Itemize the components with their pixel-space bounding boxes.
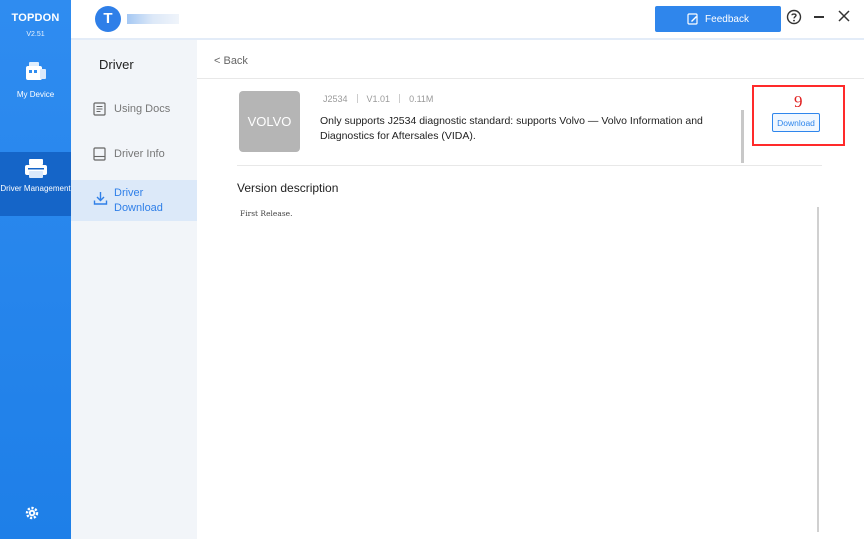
printer-icon	[24, 159, 47, 178]
driver-protocol: J2534	[323, 94, 348, 104]
rail-label-driver-management: Driver Management	[0, 184, 71, 193]
device-icon	[25, 62, 46, 80]
feedback-button[interactable]: Feedback	[655, 6, 781, 32]
description-scrollbar[interactable]	[741, 110, 744, 163]
gear-icon[interactable]	[24, 505, 40, 521]
content-scrollbar[interactable]	[817, 207, 819, 532]
divider	[197, 78, 864, 79]
driver-version: V1.01	[366, 94, 391, 104]
subnav-label-line2: Download	[114, 202, 163, 214]
divider	[237, 165, 822, 166]
username-redacted	[127, 14, 179, 24]
version-description-text: First Release.	[240, 209, 293, 218]
subnav-label-line1: Driver	[114, 187, 144, 199]
close-icon[interactable]	[837, 9, 851, 23]
driver-logo: VOLVO	[239, 91, 300, 152]
annotation-number: 9	[794, 92, 803, 111]
meta-separator	[399, 94, 401, 103]
driver-size: 0.11M	[409, 94, 434, 104]
subnav-label-driver-info: Driver Info	[114, 148, 165, 160]
info-card-icon	[93, 147, 106, 161]
driver-description: Only supports J2534 diagnostic standard:…	[320, 115, 703, 142]
version-description-title: Version description	[237, 181, 339, 195]
rail-item-my-device[interactable]: My Device	[0, 60, 71, 122]
feedback-label: Feedback	[705, 13, 749, 25]
edit-icon	[687, 13, 698, 25]
subnav-title: Driver	[99, 57, 134, 72]
back-link[interactable]: < Back	[214, 55, 248, 67]
subnav-item-using-docs[interactable]: Using Docs	[71, 100, 197, 124]
minimize-icon[interactable]	[814, 16, 824, 18]
subnav-item-driver-download[interactable]: Driver Download	[71, 180, 197, 221]
driver-subnav: Driver Using Docs Driver Info Driver Dow…	[71, 40, 197, 539]
subnav-item-driver-info[interactable]: Driver Info	[71, 145, 197, 169]
subnav-label-driver-download: Driver Download	[114, 186, 163, 216]
download-icon	[93, 192, 108, 205]
rail-label-my-device: My Device	[16, 90, 55, 99]
document-icon	[93, 102, 106, 116]
subnav-label-using-docs: Using Docs	[114, 103, 171, 115]
app-version: V2.51	[26, 31, 45, 38]
help-circle-icon[interactable]	[786, 9, 802, 25]
avatar[interactable]: T	[95, 6, 121, 32]
download-button[interactable]: Download	[772, 113, 820, 132]
top-header: T Feedback	[71, 0, 864, 40]
driver-meta: J2534 V1.01 0.11M	[323, 94, 433, 104]
app-rail: TOPDON V2.51 My Device Driver Management	[0, 0, 71, 539]
meta-separator	[356, 94, 358, 103]
rail-item-driver-management[interactable]: Driver Management	[0, 152, 71, 216]
brand-logo: TOPDON	[11, 12, 60, 24]
